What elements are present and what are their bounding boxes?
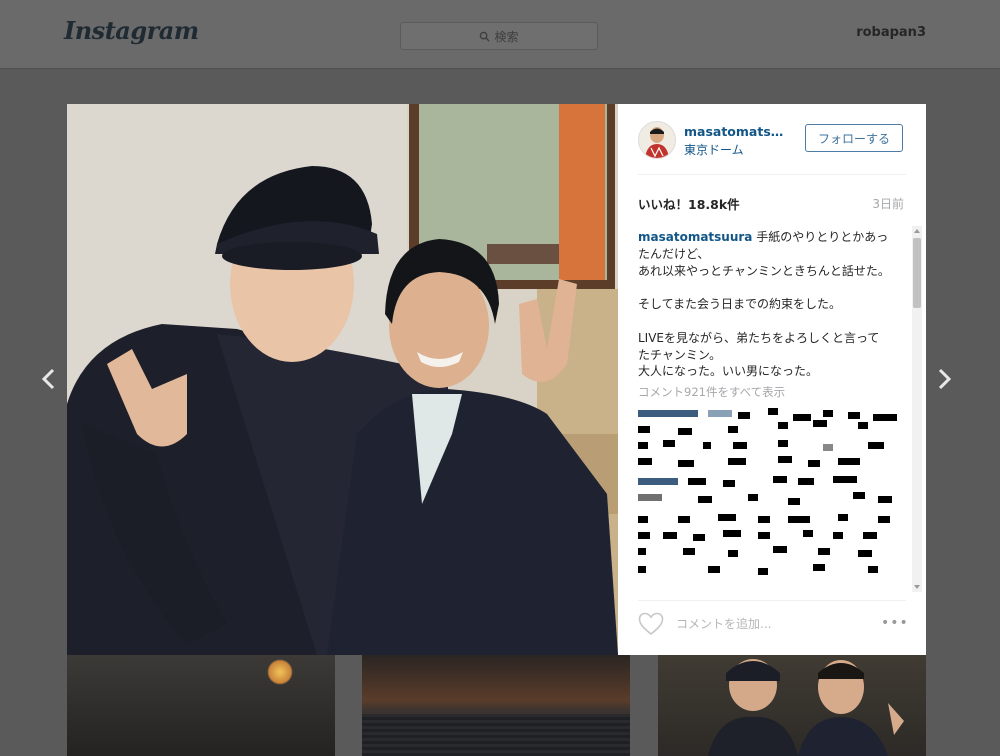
post-modal: masatomatsuu... 東京ドーム フォローする いいね！18.8k件 … xyxy=(67,104,926,655)
background-thumbnail[interactable] xyxy=(67,655,335,756)
header-divider xyxy=(638,174,906,175)
view-all-comments-link[interactable]: コメント921件をすべて表示 xyxy=(638,384,910,400)
scroll-down-icon[interactable] xyxy=(912,582,922,592)
background-thumbnail[interactable] xyxy=(658,655,926,756)
likes-count[interactable]: いいね！18.8k件 xyxy=(638,194,740,213)
instagram-logo[interactable]: Instagram xyxy=(64,16,199,45)
caption: masatomatsuura 手紙のやりとりとかあったんだけど、 あれ以来やっと… xyxy=(638,229,890,380)
search-box[interactable]: 検索 xyxy=(400,22,598,50)
scrollbar-thumb[interactable] xyxy=(913,238,921,308)
top-nav-bar: Instagram 検索 robapan3 xyxy=(0,0,1000,69)
background-thumbnail[interactable] xyxy=(362,655,630,756)
caption-text: 手紙のやりとりとかあったんだけど、 あれ以来やっとチャンミンときちんと話せた。 … xyxy=(638,230,890,379)
photo-illustration xyxy=(67,104,618,655)
more-options-button[interactable]: ••• xyxy=(881,615,909,631)
redacted-comments xyxy=(638,408,900,578)
caption-username-link[interactable]: masatomatsuura xyxy=(638,230,752,244)
profile-username-link[interactable]: robapan3 xyxy=(856,25,926,40)
actions-divider xyxy=(638,600,906,601)
search-icon xyxy=(480,31,491,42)
sunset-sun xyxy=(267,659,293,685)
search-placeholder: 検索 xyxy=(494,29,519,44)
scroll-up-icon[interactable] xyxy=(912,226,922,236)
post-photo xyxy=(67,104,618,655)
avatar-image xyxy=(639,122,675,158)
comments-scrollbar[interactable] xyxy=(912,226,922,592)
follow-button[interactable]: フォローする xyxy=(805,124,903,152)
heart-icon[interactable] xyxy=(638,612,664,636)
author-username-link[interactable]: masatomatsuu... xyxy=(684,124,792,139)
comments-section[interactable]: masatomatsuura 手紙のやりとりとかあったんだけど、 あれ以来やっと… xyxy=(638,229,910,594)
sea-surface xyxy=(362,714,630,756)
add-comment-input[interactable] xyxy=(674,613,858,635)
location-link[interactable]: 東京ドーム xyxy=(684,141,744,158)
post-header: masatomatsuu... 東京ドーム フォローする xyxy=(638,121,906,161)
chevron-left-icon[interactable] xyxy=(38,366,60,392)
author-avatar[interactable] xyxy=(638,121,676,159)
chevron-right-icon[interactable] xyxy=(933,366,955,392)
post-details-panel: masatomatsuu... 東京ドーム フォローする いいね！18.8k件 … xyxy=(618,104,926,655)
thumbnail-photo xyxy=(708,659,904,756)
post-timestamp[interactable]: 3日前 xyxy=(872,195,904,212)
